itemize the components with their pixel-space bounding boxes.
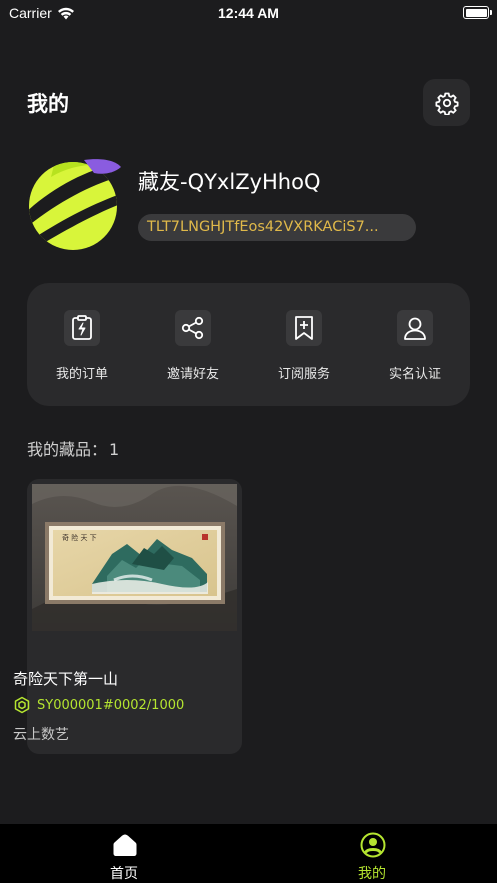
home-icon — [112, 832, 138, 858]
tab-profile[interactable]: 我的 — [312, 824, 432, 883]
page-title: 我的 — [27, 92, 69, 116]
bookmark-plus-icon — [286, 310, 322, 346]
collection-item-title: 奇险天下第一山 — [13, 670, 119, 688]
action-label: 邀请好友 — [166, 367, 219, 382]
avatar[interactable] — [26, 157, 122, 251]
tab-label: 我的 — [358, 866, 386, 882]
action-my-orders[interactable]: 我的订单 — [27, 283, 137, 406]
planet-avatar-icon — [29, 159, 121, 250]
action-label: 实名认证 — [388, 367, 441, 382]
action-label: 订阅服务 — [277, 367, 330, 382]
battery-icon — [463, 6, 492, 19]
collection-header: 我的藏品： 1 — [27, 436, 119, 460]
collection-item-publisher: 云上数艺 — [13, 727, 69, 743]
clipboard-bolt-icon — [64, 310, 100, 346]
action-label: 我的订单 — [55, 367, 108, 382]
artwork-image: 奇 险 天 下 — [32, 484, 237, 631]
status-bar: Carrier 12:44 AM — [0, 0, 497, 26]
user-icon — [397, 310, 433, 346]
action-real-name-auth[interactable]: 实名认证 — [360, 283, 470, 406]
svg-text:奇 险 天 下: 奇 险 天 下 — [62, 533, 97, 542]
tab-label: 首页 — [110, 866, 138, 882]
gear-icon — [435, 92, 458, 115]
action-invite-friends[interactable]: 邀请好友 — [138, 283, 248, 406]
collection-item-serial: SY000001#0002/1000 — [37, 697, 185, 713]
wallet-address: TLT7LNGHJTfEos42VXRKACiS7... — [147, 219, 379, 235]
collection-count: 1 — [109, 440, 120, 459]
status-time: 12:44 AM — [218, 5, 279, 21]
collection-item-serial-row: SY000001#0002/1000 — [13, 696, 184, 714]
action-subscription[interactable]: 订阅服务 — [249, 283, 359, 406]
profile-circle-icon — [360, 832, 386, 858]
settings-button[interactable] — [423, 79, 470, 126]
chain-hexagon-icon — [14, 696, 30, 714]
tab-bar: 首页 我的 — [0, 824, 497, 883]
quick-actions-card: 我的订单 邀请好友 订阅服务 实名认证 — [27, 283, 470, 406]
wallet-address-badge[interactable]: TLT7LNGHJTfEos42VXRKACiS7... — [138, 214, 416, 241]
collection-label: 我的藏品： — [27, 440, 108, 459]
username: 藏友-QYxlZyHhoQ — [138, 170, 321, 194]
share-icon — [175, 310, 211, 346]
tab-home[interactable]: 首页 — [64, 824, 184, 883]
